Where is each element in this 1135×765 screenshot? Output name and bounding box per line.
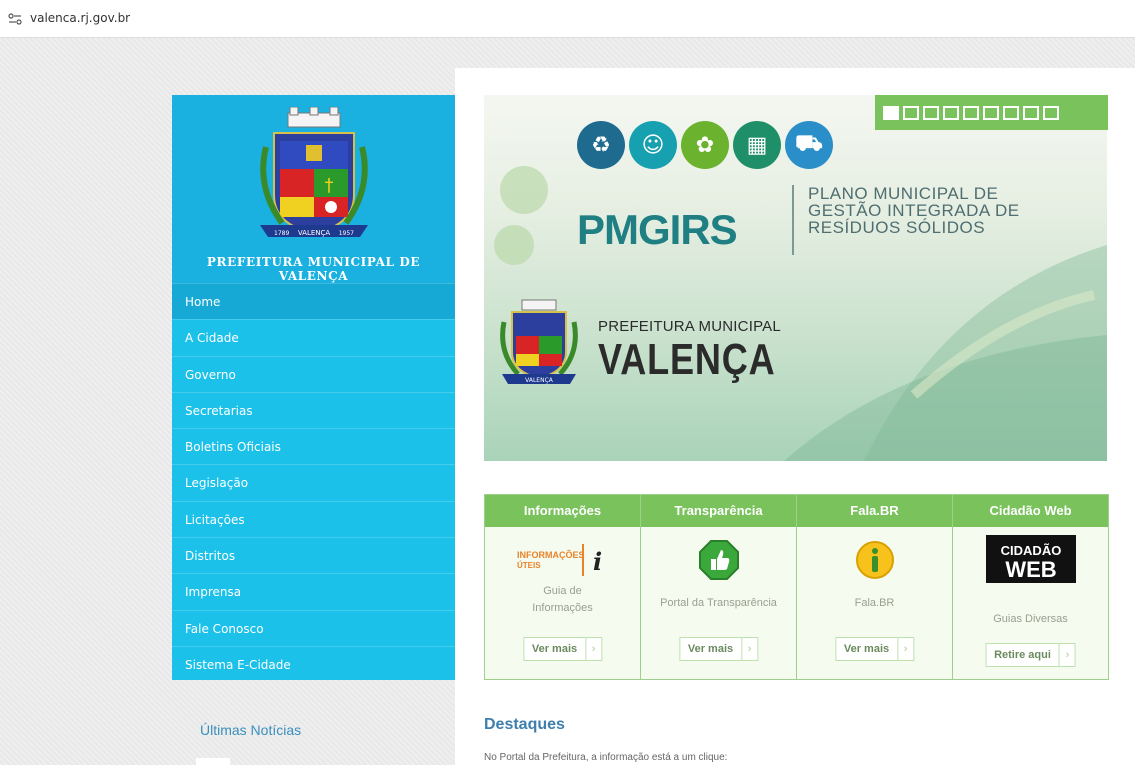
service-description: Guia de Informações	[532, 585, 593, 614]
slider-dot[interactable]	[1003, 105, 1019, 120]
service-description: Guias Diversas	[993, 613, 1068, 625]
truck-icon: ⛟	[785, 121, 833, 169]
info-uteis-logo-text: INFORMAÇÕES	[517, 550, 585, 560]
cidadao-web-logo-text: CIDADÃO	[1000, 543, 1061, 558]
service-title[interactable]: Fala.BR	[797, 495, 952, 527]
plan-line-3: RESÍDUOS SÓLIDOS	[808, 218, 986, 237]
info-uteis-logo-subtext: ÚTEIS	[517, 561, 541, 570]
menu-item-boletins-oficiais[interactable]: Boletins Oficiais	[172, 428, 455, 464]
url-text[interactable]: valenca.rj.gov.br	[30, 11, 130, 25]
ver-mais-button[interactable]: Ver mais ›	[834, 637, 915, 661]
service-description: Portal da Transparência	[660, 597, 777, 609]
slider-dot[interactable]	[983, 105, 999, 120]
crest-scroll-right: 1957	[339, 230, 354, 237]
menu-item-fale-conosco[interactable]: Fale Conosco	[172, 609, 455, 646]
org-name[interactable]: PREFEITURA MUNICIPAL DE VALENÇA	[172, 255, 455, 283]
service-cidadao-web: Cidadão Web CIDADÃO WEB Guias Diversas R…	[953, 495, 1108, 679]
retire-aqui-button[interactable]: Retire aqui ›	[985, 643, 1076, 667]
slider-dot[interactable]	[1023, 105, 1039, 120]
menu-item-sistema-e-cidade[interactable]: Sistema E-Cidade	[172, 645, 455, 682]
crest-scroll-center: VALENÇA	[298, 229, 331, 237]
banner-divider	[792, 185, 794, 255]
service-description: Fala.BR	[854, 597, 895, 609]
cidadao-web-logo-subtext: WEB	[1005, 557, 1056, 582]
plan-line-1: PLANO MUNICIPAL DE	[808, 184, 999, 203]
menu-item-home[interactable]: Home	[172, 283, 455, 320]
button-label: Retire aqui	[994, 649, 1051, 661]
service-title[interactable]: Cidadão Web	[953, 495, 1108, 527]
slider-dot[interactable]	[923, 105, 939, 120]
banner-crest-scroll: VALENÇA	[525, 377, 554, 384]
banner-acronym: PMGIRS	[577, 206, 738, 253]
button-label: Ver mais	[531, 643, 578, 655]
info-uteis-logo-glyph: i	[593, 547, 602, 576]
services-panel: Informações INFORMAÇÕES ÚTEIS i Guia de …	[484, 494, 1109, 680]
service-informacoes: Informações INFORMAÇÕES ÚTEIS i Guia de …	[485, 495, 641, 679]
plant-icon: ✿	[681, 121, 729, 169]
info-uteis-logo[interactable]: INFORMAÇÕES ÚTEIS i	[485, 539, 640, 581]
service-title[interactable]: Informações	[485, 495, 640, 527]
chevron-right-icon: ›	[1058, 644, 1075, 666]
ver-mais-button[interactable]: Ver mais ›	[522, 637, 603, 661]
svg-text:†: †	[325, 175, 334, 196]
browser-address-bar[interactable]: valenca.rj.gov.br	[0, 0, 1135, 38]
recycle-icon: ♻	[577, 121, 625, 169]
service-title[interactable]: Transparência	[641, 495, 796, 527]
banner-city-name: VALENÇA	[598, 335, 776, 384]
news-thumbnail[interactable]	[196, 758, 230, 765]
slider-pager	[875, 95, 1108, 130]
info-icon[interactable]	[797, 539, 952, 581]
banner-pref-label: PREFEITURA MUNICIPAL	[598, 318, 781, 335]
chevron-right-icon: ›	[585, 638, 601, 660]
plan-line-2: GESTÃO INTEGRADA DE	[808, 201, 1020, 220]
building-icon: ▦	[733, 121, 781, 169]
menu-item-distritos[interactable]: Distritos	[172, 537, 455, 573]
latest-news-heading[interactable]: Últimas Notícias	[200, 722, 301, 738]
menu-item-secretarias[interactable]: Secretarias	[172, 391, 455, 428]
service-transparencia: Transparência Portal da Transparência Ve…	[641, 495, 797, 679]
banner-crest-icon: VALENÇA	[500, 299, 578, 384]
service-fala-br: Fala.BR Fala.BR Ver mais ›	[797, 495, 953, 679]
slider-dot[interactable]	[903, 105, 919, 120]
menu-item-governo[interactable]: Governo	[172, 355, 455, 392]
ver-mais-button[interactable]: Ver mais ›	[678, 637, 759, 661]
menu-item-licitacoes[interactable]: Licitações	[172, 500, 455, 537]
crest-scroll-left: 1789	[274, 230, 289, 237]
button-label: Ver mais	[843, 643, 890, 655]
destaques-heading: Destaques	[484, 716, 565, 733]
banner-icons: ♻ ☺ ✿ ▦ ⛟	[577, 121, 833, 169]
thumbs-up-icon[interactable]	[641, 539, 796, 581]
slider-dot[interactable]	[943, 105, 959, 120]
menu-item-imprensa[interactable]: Imprensa	[172, 573, 455, 609]
sidebar-header[interactable]: † 1789 VALENÇA 1957 PREFEITURA MUNICIPAL…	[172, 95, 455, 283]
chevron-right-icon: ›	[897, 638, 913, 660]
slider-dot[interactable]	[1043, 105, 1059, 120]
slider-dot[interactable]	[963, 105, 979, 120]
main-menu: Home A Cidade Governo Secretarias Boleti…	[172, 283, 455, 682]
site-settings-icon[interactable]	[8, 13, 22, 25]
sidebar: † 1789 VALENÇA 1957 PREFEITURA MUNICIPAL…	[172, 95, 455, 680]
menu-item-legislacao[interactable]: Legislação	[172, 464, 455, 500]
cidadao-web-logo[interactable]: CIDADÃO WEB	[953, 535, 1108, 583]
banner-plan-title: PLANO MUNICIPAL DE GESTÃO INTEGRADA DE R…	[808, 185, 1020, 236]
button-label: Ver mais	[687, 643, 734, 655]
people-icon: ☺	[629, 121, 677, 169]
menu-item-a-cidade[interactable]: A Cidade	[172, 319, 455, 355]
municipal-crest-icon: † 1789 VALENÇA 1957	[260, 107, 368, 237]
chevron-right-icon: ›	[741, 638, 757, 660]
slider-dot[interactable]	[883, 105, 899, 120]
destaques-text: No Portal da Prefeitura, a informação es…	[484, 752, 728, 763]
